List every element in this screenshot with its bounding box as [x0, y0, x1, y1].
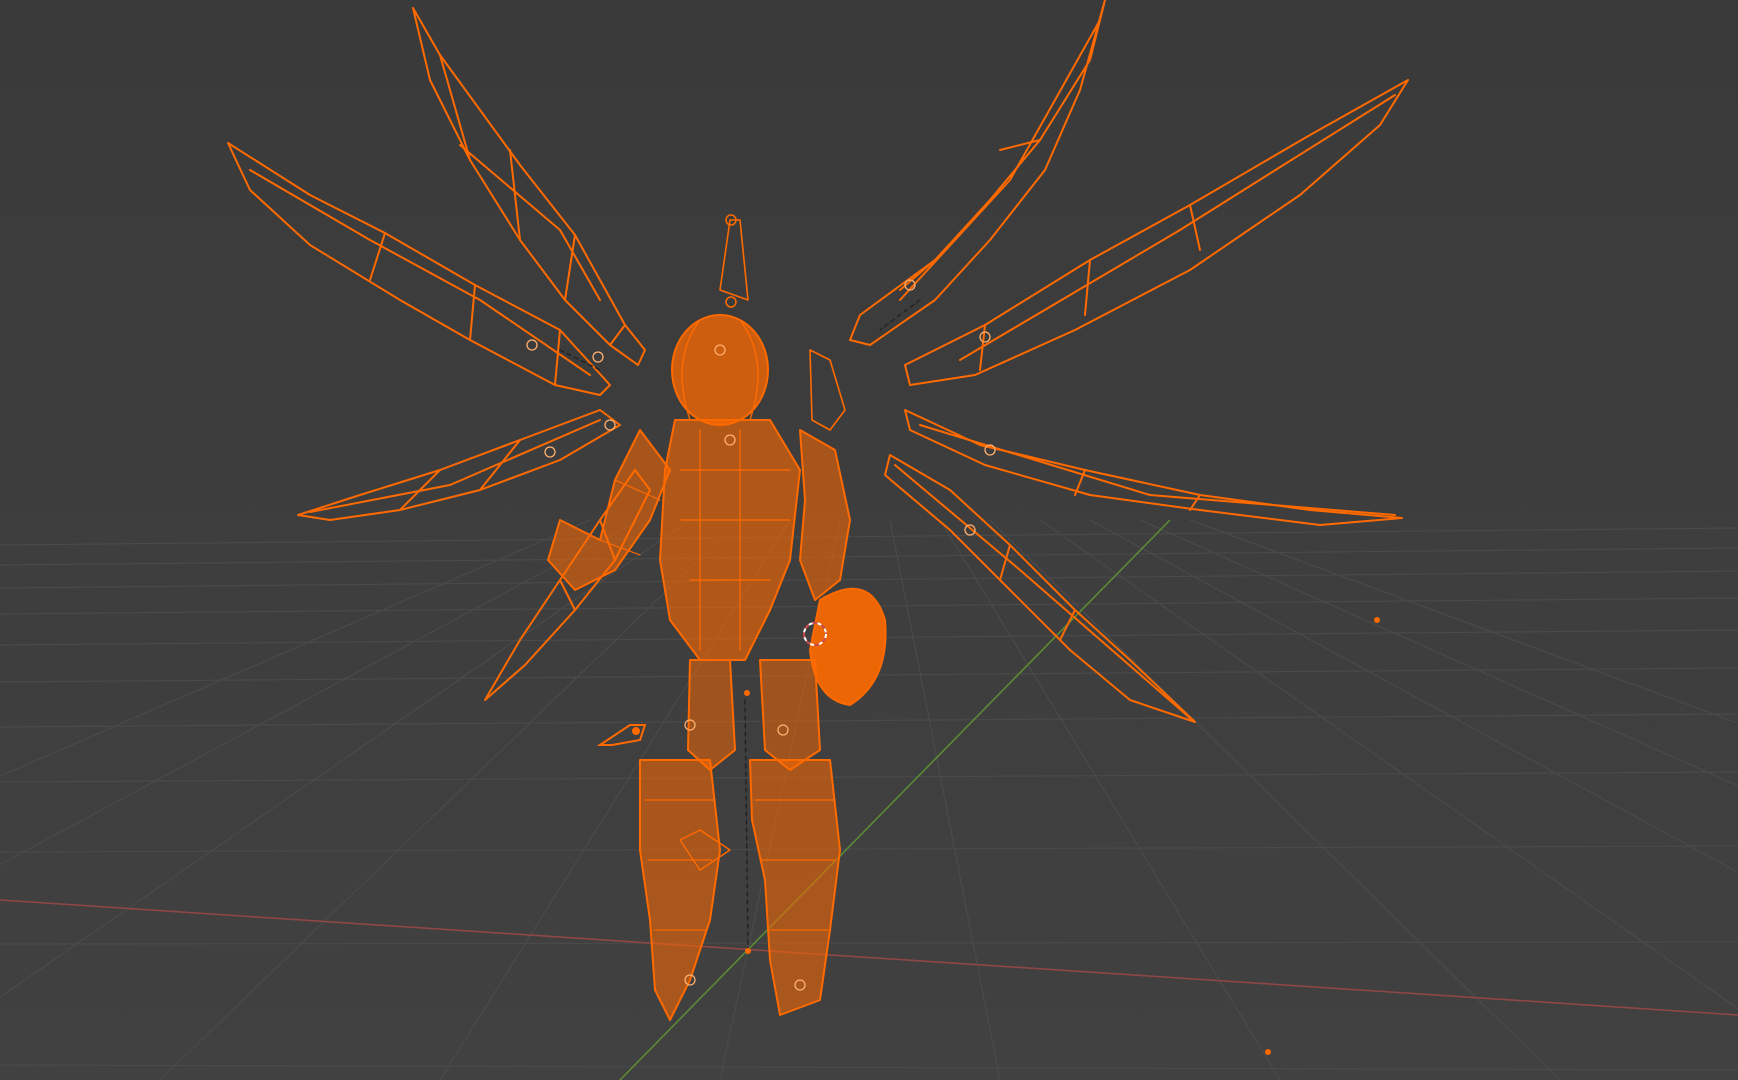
viewport-canvas[interactable] — [0, 0, 1738, 1080]
light-object-icon[interactable] — [1374, 617, 1380, 623]
3d-viewport[interactable] — [0, 0, 1738, 1080]
object-origin-dot — [745, 948, 751, 954]
camera-object-icon[interactable] — [1265, 1049, 1271, 1055]
armature-origin-dot — [744, 690, 750, 696]
